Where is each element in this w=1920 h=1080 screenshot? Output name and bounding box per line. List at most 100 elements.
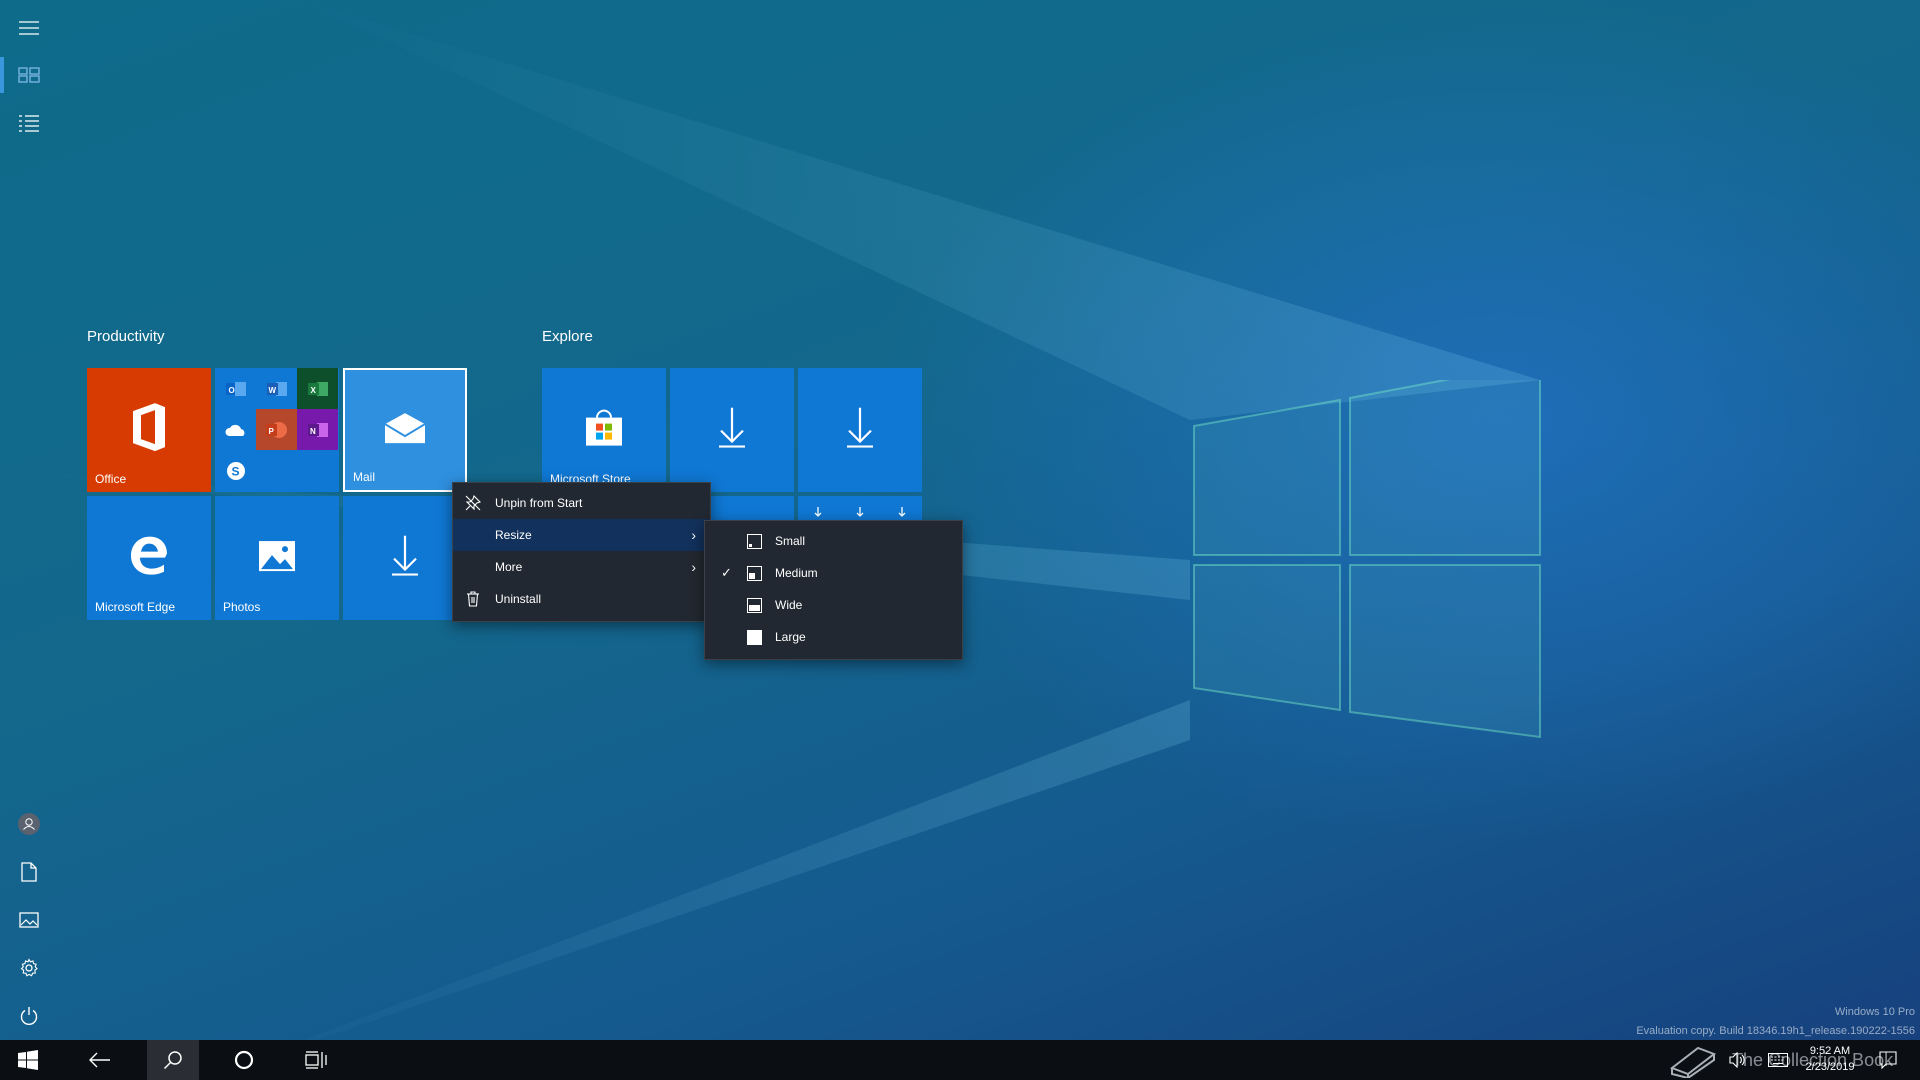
download-arrow-icon (392, 535, 418, 576)
chevron-right-icon: › (691, 527, 696, 543)
group-title-explore[interactable]: Explore (542, 328, 593, 345)
download-arrow-icon (847, 407, 873, 448)
svg-text:N: N (310, 427, 316, 436)
menu-item-label: More (495, 560, 523, 574)
keyboard-input-button[interactable] (1768, 1050, 1788, 1070)
back-arrow-icon (89, 1052, 110, 1068)
user-account-button[interactable] (0, 800, 58, 848)
keyboard-icon (1768, 1053, 1788, 1067)
group-title-productivity[interactable]: Productivity (87, 328, 165, 345)
tile-explore-downloading-1[interactable] (670, 368, 794, 492)
tile-size-wide-icon (747, 598, 762, 616)
edition-watermark: Windows 10 Pro (1834, 1006, 1915, 1018)
task-view-button[interactable] (292, 1040, 340, 1080)
hamburger-menu-button[interactable] (0, 4, 58, 52)
onedrive-icon (224, 424, 244, 436)
tile-size-small-icon (747, 534, 762, 552)
documents-button[interactable] (0, 848, 58, 896)
menu-item-more[interactable]: More › (453, 551, 710, 583)
user-avatar-icon (18, 813, 40, 835)
clock-date: 2/23/2019 (1805, 1061, 1855, 1073)
speaker-icon (1729, 1052, 1745, 1068)
svg-text:O: O (228, 386, 234, 395)
task-view-icon (305, 1051, 327, 1069)
pictures-button[interactable] (0, 896, 58, 944)
download-arrows-small-icon (814, 507, 906, 517)
start-button[interactable] (4, 1040, 52, 1080)
resize-option-wide[interactable]: Wide (705, 589, 962, 621)
tile-size-medium-icon (747, 566, 762, 584)
gear-icon (20, 958, 38, 977)
onedrive-mini-tile[interactable] (215, 409, 256, 450)
resize-option-label: Wide (775, 598, 803, 612)
tile-photos[interactable]: Photos (215, 496, 339, 620)
build-watermark: Evaluation copy. Build 18346.19h1_releas… (1636, 1025, 1915, 1037)
tile-explore-downloading-2[interactable] (798, 368, 922, 492)
skype-mini-tile[interactable]: S (215, 450, 256, 491)
tile-label: Office (95, 472, 127, 486)
resize-option-large[interactable]: Large (705, 621, 962, 653)
svg-text:P: P (268, 427, 274, 436)
chevron-right-icon: › (691, 559, 696, 575)
taskbar-clock[interactable]: 9:52 AM 2/23/2019 (1795, 1043, 1865, 1075)
tile-mail[interactable]: Mail (343, 368, 467, 492)
word-mini-tile[interactable]: W (256, 368, 297, 409)
outlook-mini-tile[interactable]: O (215, 368, 256, 409)
document-icon (21, 862, 37, 882)
search-button[interactable] (147, 1040, 199, 1080)
onenote-icon: N (307, 422, 328, 437)
tile-context-menu: Unpin from Start Resize › More › Uninsta… (452, 482, 711, 622)
book-logo-icon (1669, 1046, 1717, 1078)
back-button[interactable] (76, 1040, 124, 1080)
resize-submenu: Small ✓ Medium Wide Large (704, 520, 963, 660)
menu-item-uninstall[interactable]: Uninstall (453, 583, 710, 615)
volume-button[interactable] (1728, 1050, 1748, 1070)
menu-item-label: Unpin from Start (495, 496, 583, 510)
tile-office[interactable]: Office (87, 368, 211, 492)
tile-office-apps-folder[interactable]: O W X P N S (215, 368, 339, 492)
resize-option-label: Small (775, 534, 806, 548)
powerpoint-icon: P (265, 421, 287, 438)
cortana-button[interactable] (220, 1040, 268, 1080)
menu-item-label: Uninstall (495, 592, 542, 606)
power-button[interactable] (0, 992, 58, 1040)
svg-text:W: W (268, 386, 276, 395)
unpin-icon (465, 495, 481, 511)
store-bag-icon (586, 409, 622, 446)
notification-icon (1879, 1051, 1897, 1069)
skype-icon: S (226, 461, 245, 480)
menu-item-resize[interactable]: Resize › (453, 519, 710, 551)
resize-option-medium[interactable]: ✓ Medium (705, 557, 962, 589)
tile-size-large-icon (747, 630, 762, 648)
resize-option-small[interactable]: Small (705, 525, 962, 557)
list-icon (19, 115, 39, 132)
start-left-rail (0, 0, 58, 1040)
tile-label: Mail (353, 470, 376, 484)
settings-button[interactable] (0, 944, 58, 992)
pinned-tiles-button[interactable] (0, 51, 58, 99)
onenote-mini-tile[interactable]: N (297, 409, 338, 450)
resize-option-label: Medium (775, 566, 818, 580)
outlook-icon: O (225, 381, 246, 396)
mail-icon (384, 413, 426, 444)
tile-label: Photos (223, 600, 261, 614)
tile-microsoft-edge[interactable]: Microsoft Edge (87, 496, 211, 620)
clock-time: 9:52 AM (1809, 1045, 1851, 1057)
taskbar: The Collection Book 9:52 AM 2/23/2019 (0, 1040, 1920, 1080)
word-icon: W (266, 381, 287, 396)
windows-logo-icon (18, 1050, 38, 1070)
hamburger-icon (19, 21, 39, 35)
svg-text:S: S (231, 464, 239, 478)
tile-microsoft-store[interactable]: Microsoft Store (542, 368, 666, 492)
resize-option-label: Large (775, 630, 806, 644)
tile-app-downloading[interactable] (343, 496, 467, 620)
svg-text:X: X (310, 386, 316, 395)
menu-item-unpin-from-start[interactable]: Unpin from Start (453, 487, 710, 519)
action-center-button[interactable] (1878, 1050, 1898, 1070)
tiles-icon (18, 67, 40, 83)
excel-mini-tile[interactable]: X (297, 368, 338, 409)
windows-logo-wallpaper (1193, 380, 1541, 739)
office-icon (133, 403, 165, 452)
all-apps-button[interactable] (0, 99, 58, 147)
powerpoint-mini-tile[interactable]: P (256, 409, 297, 450)
